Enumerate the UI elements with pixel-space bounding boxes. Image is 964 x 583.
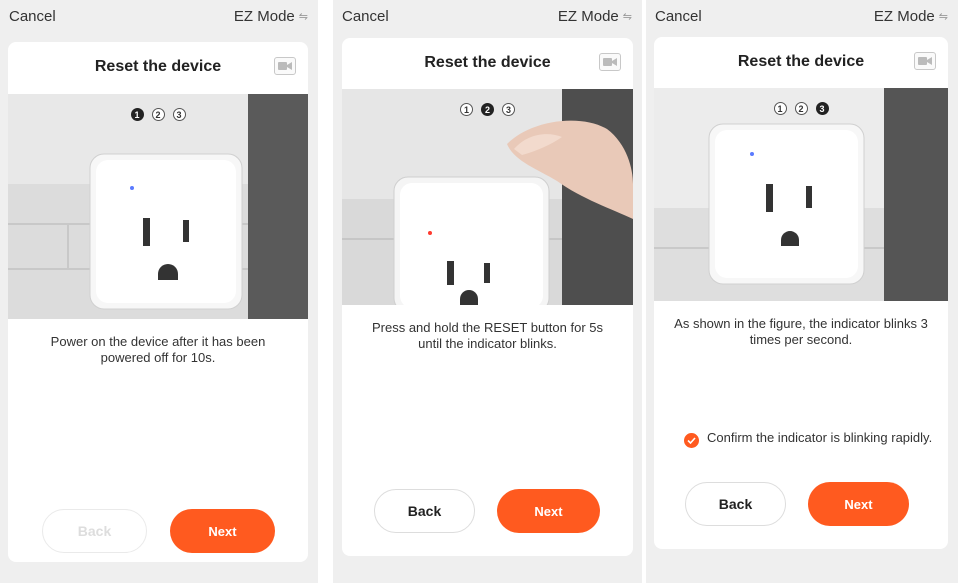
swap-arrows-icon: ⇋ — [622, 11, 632, 23]
step-card: Reset the device 1 2 3 — [342, 38, 633, 556]
page-title: Reset the device — [737, 53, 865, 70]
step-2-dot: 2 — [794, 102, 808, 115]
screen-step-3: Cancel EZ Mode ⇋ Reset the device 1 2 3 … — [646, 0, 958, 583]
ez-mode-label: EZ Mode — [557, 8, 619, 25]
confirm-blinking-checkbox[interactable]: Confirm the indicator is blinking rapidl… — [684, 430, 938, 448]
step-3-dot: 3 — [815, 102, 829, 115]
step-indicator: 1 2 3 — [342, 103, 633, 116]
screen-step-1: Cancel EZ Mode ⇋ Reset the device 1 2 3 … — [0, 0, 318, 583]
back-button[interactable]: Back — [374, 489, 475, 533]
cancel-button[interactable]: Cancel — [9, 8, 56, 25]
device-photo: 1 2 3 — [654, 88, 948, 301]
device-photo: 1 2 3 — [8, 94, 308, 319]
step-indicator: 1 2 3 — [654, 102, 948, 115]
step-card: Reset the device 1 2 3 As shown in the f… — [654, 37, 948, 549]
instruction-text: Power on the device after it has been po… — [50, 334, 266, 365]
instruction-text: Press and hold the RESET button for 5s u… — [371, 320, 603, 351]
swap-arrows-icon: ⇋ — [298, 11, 308, 23]
video-camera-icon[interactable] — [914, 52, 936, 70]
step-3-dot: 3 — [502, 103, 515, 116]
top-bar: Cancel EZ Mode ⇋ — [646, 4, 958, 30]
ez-mode-label: EZ Mode — [233, 8, 295, 25]
back-button[interactable]: Back — [42, 509, 147, 553]
step-1-dot: 1 — [773, 102, 787, 115]
ez-mode-label: EZ Mode — [873, 8, 935, 25]
smart-plug-reset-illustration — [342, 89, 633, 305]
top-bar: Cancel EZ Mode ⇋ — [0, 4, 318, 30]
page-title: Reset the device — [94, 58, 222, 75]
next-button[interactable]: Next — [170, 509, 275, 553]
step-2-dot: 2 — [481, 103, 494, 116]
ez-mode-switch[interactable]: EZ Mode ⇋ — [874, 8, 948, 25]
confirm-label: Confirm the indicator is blinking rapidl… — [707, 430, 933, 445]
cancel-button[interactable]: Cancel — [655, 8, 702, 25]
back-button[interactable]: Back — [685, 482, 786, 526]
step-1-dot: 1 — [460, 103, 473, 116]
step-indicator: 1 2 3 — [8, 108, 308, 121]
ez-mode-switch[interactable]: EZ Mode ⇋ — [234, 8, 308, 25]
video-camera-icon[interactable] — [274, 57, 296, 75]
top-bar: Cancel EZ Mode ⇋ — [333, 4, 642, 30]
page-title: Reset the device — [424, 54, 551, 71]
cancel-button[interactable]: Cancel — [342, 8, 389, 25]
smart-plug-blinking-illustration — [654, 88, 948, 301]
step-3-dot: 3 — [172, 108, 186, 121]
device-photo: 1 2 3 — [342, 89, 633, 305]
step-1-dot: 1 — [130, 108, 144, 121]
instruction-text: As shown in the figure, the indicator bl… — [674, 316, 928, 347]
screen-step-2: Cancel EZ Mode ⇋ Reset the device 1 2 3 … — [333, 0, 642, 583]
next-button[interactable]: Next — [808, 482, 909, 526]
swap-arrows-icon: ⇋ — [938, 11, 948, 23]
step-card: Reset the device 1 2 3 — [8, 42, 308, 562]
next-button[interactable]: Next — [497, 489, 600, 533]
video-camera-icon[interactable] — [599, 53, 621, 71]
checkmark-icon — [684, 433, 699, 448]
smart-plug-illustration — [8, 94, 308, 319]
step-2-dot: 2 — [151, 108, 165, 121]
ez-mode-switch[interactable]: EZ Mode ⇋ — [558, 8, 632, 25]
